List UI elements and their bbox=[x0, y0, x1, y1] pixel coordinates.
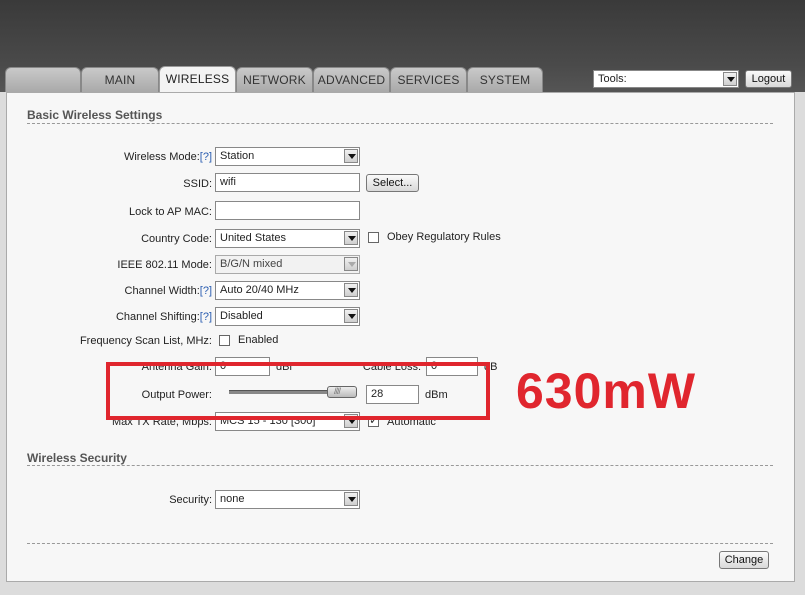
ieee-mode-label: IEEE 802.11 Mode: bbox=[117, 259, 212, 271]
ieee-mode-value: B/G/N mixed bbox=[220, 258, 283, 270]
frequency-scan-enabled-checkbox[interactable] bbox=[219, 335, 230, 346]
basic-wireless-settings-title: Basic Wireless Settings bbox=[27, 108, 163, 122]
country-code-select[interactable]: United States bbox=[215, 229, 360, 248]
security-select[interactable]: none bbox=[215, 490, 360, 509]
wireless-security-title: Wireless Security bbox=[27, 451, 127, 465]
chevron-down-icon[interactable] bbox=[723, 72, 737, 86]
security-value: none bbox=[220, 493, 245, 505]
chevron-down-icon[interactable] bbox=[344, 283, 358, 297]
channel-shifting-label-text: Channel Shifting: bbox=[115, 311, 200, 323]
annotation-text: 630mW bbox=[516, 363, 697, 419]
ssid-label: SSID: bbox=[183, 178, 212, 190]
chevron-down-icon[interactable] bbox=[344, 149, 358, 163]
tools-select[interactable]: Tools: bbox=[593, 70, 739, 88]
channel-shifting-label: Channel Shifting:[?] bbox=[116, 311, 212, 323]
country-code-value: United States bbox=[220, 232, 287, 244]
lock-ap-mac-input[interactable] bbox=[215, 201, 360, 220]
channel-shifting-value: Disabled bbox=[220, 310, 263, 322]
chevron-down-icon bbox=[344, 257, 358, 271]
security-label: Security: bbox=[169, 494, 212, 506]
frequency-scan-enabled-label: Enabled bbox=[238, 334, 279, 346]
tab-system[interactable]: SYSTEM bbox=[467, 67, 543, 92]
country-code-label: Country Code: bbox=[141, 233, 212, 245]
lock-ap-mac-label: Lock to AP MAC: bbox=[129, 206, 212, 218]
channel-shifting-select[interactable]: Disabled bbox=[215, 307, 360, 326]
tab-logo[interactable] bbox=[5, 67, 81, 92]
ssid-input[interactable]: wifi bbox=[215, 173, 360, 192]
ssid-select-button[interactable]: Select... bbox=[366, 174, 419, 192]
chevron-down-icon[interactable] bbox=[344, 309, 358, 323]
logout-button[interactable]: Logout bbox=[745, 70, 792, 88]
channel-width-help-link[interactable]: [?] bbox=[200, 285, 212, 297]
tab-wireless[interactable]: WIRELESS bbox=[159, 66, 236, 93]
channel-width-label-text: Channel Width: bbox=[124, 285, 200, 297]
wireless-mode-help-link[interactable]: [?] bbox=[200, 151, 212, 163]
annotation-highlight-box bbox=[106, 362, 490, 420]
channel-width-select[interactable]: Auto 20/40 MHz bbox=[215, 281, 360, 300]
section-divider bbox=[27, 543, 773, 544]
section-divider bbox=[27, 123, 773, 124]
channel-width-value: Auto 20/40 MHz bbox=[220, 284, 299, 296]
change-button[interactable]: Change bbox=[719, 551, 769, 569]
tab-services[interactable]: SERVICES bbox=[390, 67, 467, 92]
wireless-mode-select[interactable]: Station bbox=[215, 147, 360, 166]
tab-network[interactable]: NETWORK bbox=[236, 67, 313, 92]
wireless-mode-label: Wireless Mode:[?] bbox=[124, 151, 212, 163]
tab-main[interactable]: MAIN bbox=[81, 67, 159, 92]
section-divider bbox=[27, 465, 773, 466]
ieee-mode-select: B/G/N mixed bbox=[215, 255, 360, 274]
channel-shifting-help-link[interactable]: [?] bbox=[200, 311, 212, 323]
chevron-down-icon[interactable] bbox=[344, 492, 358, 506]
wireless-mode-value: Station bbox=[220, 150, 255, 162]
obey-regulatory-label: Obey Regulatory Rules bbox=[387, 231, 501, 243]
wireless-mode-label-text: Wireless Mode: bbox=[123, 151, 200, 163]
tools-select-value: Tools: bbox=[598, 73, 627, 85]
frequency-scan-label: Frequency Scan List, MHz: bbox=[79, 335, 212, 347]
tab-advanced[interactable]: ADVANCED bbox=[313, 67, 390, 92]
obey-regulatory-checkbox[interactable] bbox=[368, 232, 379, 243]
channel-width-label: Channel Width:[?] bbox=[125, 285, 212, 297]
chevron-down-icon[interactable] bbox=[344, 231, 358, 245]
